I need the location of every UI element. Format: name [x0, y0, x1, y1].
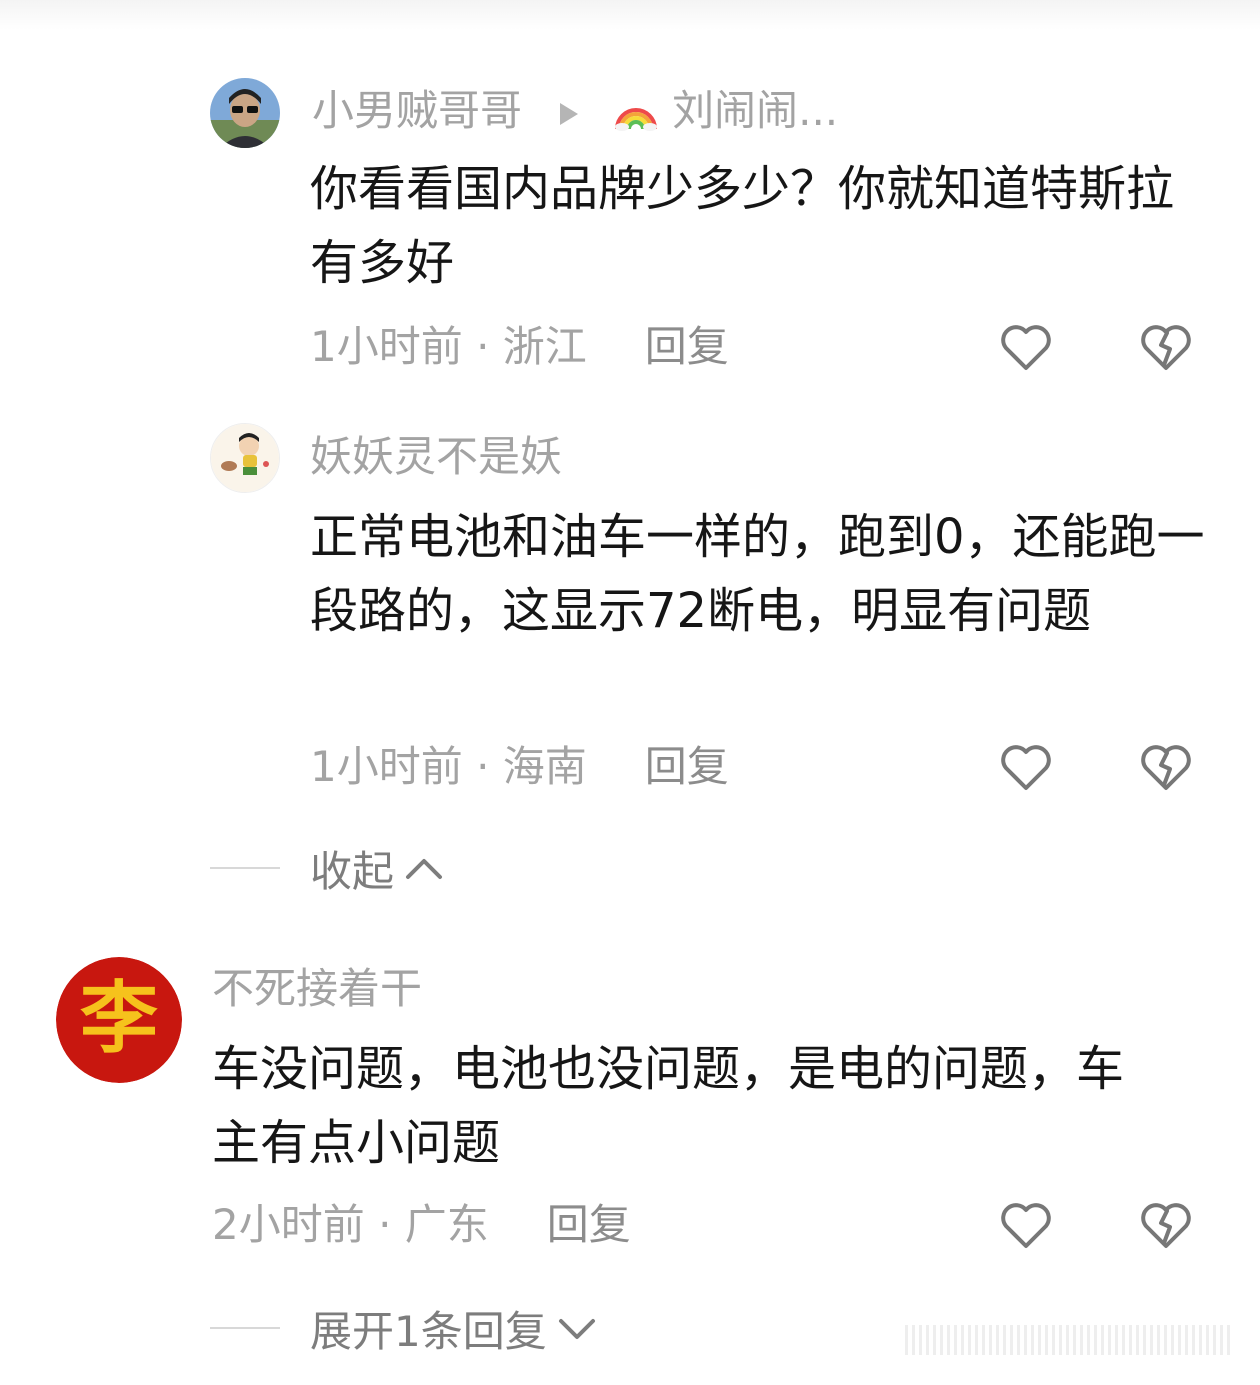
- collapse-replies-button[interactable]: 收起: [210, 840, 444, 896]
- broken-heart-icon: [1141, 745, 1191, 790]
- avatar[interactable]: [210, 423, 280, 493]
- divider: [210, 1327, 280, 1329]
- previous-content-edge: [0, 0, 1260, 30]
- expand-label: 展开1条回复: [310, 1306, 547, 1356]
- divider: [210, 867, 280, 869]
- avatar-character: 李: [80, 973, 158, 1064]
- rainbow-emoji-icon: [614, 108, 657, 131]
- avatar[interactable]: 李: [56, 957, 182, 1083]
- author-name[interactable]: 妖妖灵不是妖: [310, 432, 562, 482]
- li-character-avatar: 李: [56, 957, 182, 1083]
- heart-outline-icon: [1001, 745, 1051, 790]
- author-name[interactable]: 小男贼哥哥: [312, 86, 522, 135]
- watermark: [905, 1325, 1230, 1355]
- broken-heart-icon: [1141, 325, 1191, 370]
- avatar[interactable]: [210, 78, 280, 148]
- reply-button[interactable]: 回复: [547, 1200, 631, 1249]
- broken-heart-icon: [1141, 1203, 1191, 1248]
- comment-time-location: 2小时前 · 广东: [212, 1200, 489, 1249]
- collapse-label: 收起: [310, 846, 395, 896]
- play-triangle-icon: [560, 103, 579, 125]
- author-row: 小男贼哥哥 刘闹闹...: [312, 86, 838, 136]
- comment-text: 正常电池和油车一样的，跑到0，还能跑一段路的，这显示72断电，明显有问题: [310, 509, 1205, 639]
- comment-text: 车没问题，电池也没问题，是电的问题，车主有点小问题: [212, 1041, 1125, 1171]
- chevron-down-icon: [558, 1319, 595, 1339]
- reply-button[interactable]: 回复: [645, 742, 729, 791]
- dislike-button[interactable]: [1137, 318, 1195, 376]
- chevron-up-icon: [406, 859, 443, 879]
- reply-target-name[interactable]: 刘闹闹...: [672, 86, 838, 135]
- reply-button[interactable]: 回复: [645, 322, 729, 371]
- heart-outline-icon: [1001, 325, 1051, 370]
- comment-time-location: 1小时前 · 海南: [310, 742, 587, 791]
- like-button[interactable]: [997, 1196, 1055, 1254]
- cartoon-avatar-icon: [211, 424, 279, 492]
- comment-meta: 1小时前 · 浙江 回复: [310, 322, 729, 372]
- expand-replies-button[interactable]: 展开1条回复: [210, 1300, 597, 1356]
- comment-time-location: 1小时前 · 浙江: [310, 322, 587, 371]
- dislike-button[interactable]: [1137, 738, 1195, 796]
- user-photo-icon: [210, 78, 280, 148]
- heart-outline-icon: [1001, 1203, 1051, 1248]
- comment-meta: 1小时前 · 海南 回复: [310, 742, 729, 792]
- comment-meta: 2小时前 · 广东 回复: [212, 1200, 631, 1250]
- like-button[interactable]: [997, 738, 1055, 796]
- like-button[interactable]: [997, 318, 1055, 376]
- author-name[interactable]: 不死接着干: [212, 964, 422, 1014]
- comment-text: 你看看国内品牌少多少？你就知道特斯拉有多好: [310, 161, 1175, 291]
- dislike-button[interactable]: [1137, 1196, 1195, 1254]
